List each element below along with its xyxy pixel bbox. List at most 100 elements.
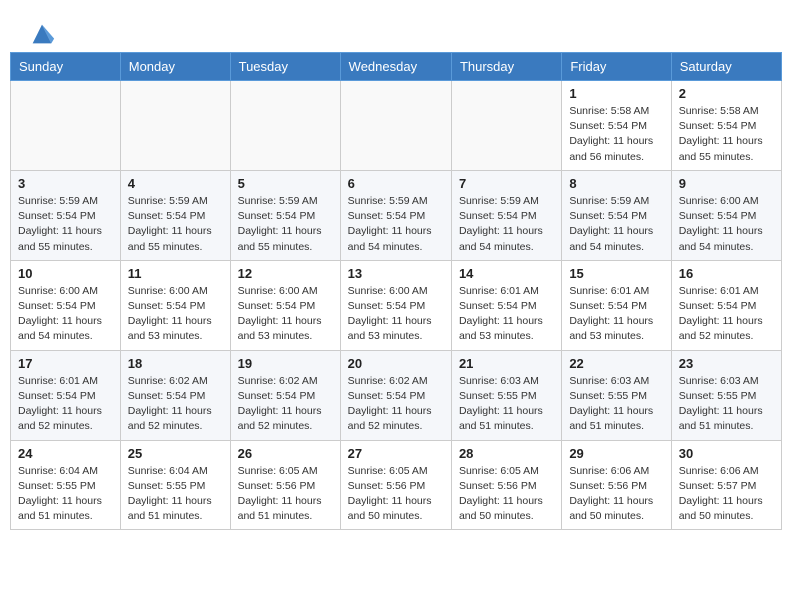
calendar-cell: 3 Sunrise: 5:59 AM Sunset: 5:54 PM Daylig…: [11, 170, 121, 260]
day-info: Sunrise: 6:02 AM Sunset: 5:54 PM Dayligh…: [128, 374, 223, 435]
day-info: Sunrise: 6:04 AM Sunset: 5:55 PM Dayligh…: [128, 464, 223, 525]
calendar-cell: 27Sunrise: 6:05 AM Sunset: 5:56 PM Dayli…: [340, 440, 451, 530]
day-number: 19: [238, 356, 333, 371]
day-number: 7: [459, 176, 554, 191]
day-number: 29: [569, 446, 663, 461]
day-number: 9: [679, 176, 774, 191]
weekday-header-friday: Friday: [562, 53, 671, 81]
day-info: Sunrise: 5:58 AM Sunset: 5:54 PM Dayligh…: [569, 104, 663, 165]
calendar-cell: 18 Sunrise: 6:02 AM Sunset: 5:54 PM Dayli…: [120, 350, 230, 440]
calendar-cell: 1 Sunrise: 5:58 AM Sunset: 5:54 PM Daylig…: [562, 81, 671, 171]
day-number: 21: [459, 356, 554, 371]
calendar-cell: 21 Sunrise: 6:03 AM Sunset: 5:55 PM Dayli…: [451, 350, 561, 440]
calendar-cell: 6 Sunrise: 5:59 AM Sunset: 5:54 PM Daylig…: [340, 170, 451, 260]
calendar-cell: 9 Sunrise: 6:00 AM Sunset: 5:54 PM Daylig…: [671, 170, 781, 260]
day-info: Sunrise: 6:06 AM Sunset: 5:56 PM Dayligh…: [569, 464, 663, 525]
calendar-cell: [340, 81, 451, 171]
day-info: Sunrise: 5:59 AM Sunset: 5:54 PM Dayligh…: [128, 194, 223, 255]
day-info: Sunrise: 6:03 AM Sunset: 5:55 PM Dayligh…: [569, 374, 663, 435]
day-info: Sunrise: 6:05 AM Sunset: 5:56 PM Dayligh…: [238, 464, 333, 525]
day-info: Sunrise: 6:00 AM Sunset: 5:54 PM Dayligh…: [679, 194, 774, 255]
calendar-cell: 23 Sunrise: 6:03 AM Sunset: 5:55 PM Dayli…: [671, 350, 781, 440]
day-number: 2: [679, 86, 774, 101]
day-info: Sunrise: 6:02 AM Sunset: 5:54 PM Dayligh…: [238, 374, 333, 435]
day-info: Sunrise: 6:03 AM Sunset: 5:55 PM Dayligh…: [679, 374, 774, 435]
calendar-week-row: 24 Sunrise: 6:04 AM Sunset: 5:55 PM Dayli…: [11, 440, 782, 530]
day-number: 11: [128, 266, 223, 281]
day-info: Sunrise: 5:59 AM Sunset: 5:54 PM Dayligh…: [569, 194, 663, 255]
day-info: Sunrise: 6:00 AM Sunset: 5:54 PM Dayligh…: [128, 284, 223, 345]
day-info: Sunrise: 6:03 AM Sunset: 5:55 PM Dayligh…: [459, 374, 554, 435]
day-info: Sunrise: 6:00 AM Sunset: 5:54 PM Dayligh…: [348, 284, 444, 345]
day-number: 24: [18, 446, 113, 461]
weekday-header-wednesday: Wednesday: [340, 53, 451, 81]
calendar-cell: 11 Sunrise: 6:00 AM Sunset: 5:54 PM Dayli…: [120, 260, 230, 350]
day-number: 18: [128, 356, 223, 371]
calendar-week-row: 3 Sunrise: 5:59 AM Sunset: 5:54 PM Daylig…: [11, 170, 782, 260]
calendar-cell: 2 Sunrise: 5:58 AM Sunset: 5:54 PM Daylig…: [671, 81, 781, 171]
day-info: Sunrise: 6:00 AM Sunset: 5:54 PM Dayligh…: [238, 284, 333, 345]
calendar-cell: [120, 81, 230, 171]
day-info: Sunrise: 5:59 AM Sunset: 5:54 PM Dayligh…: [18, 194, 113, 255]
calendar-cell: 14 Sunrise: 6:01 AM Sunset: 5:54 PM Dayli…: [451, 260, 561, 350]
calendar-cell: 24 Sunrise: 6:04 AM Sunset: 5:55 PM Dayli…: [11, 440, 121, 530]
day-info: Sunrise: 6:01 AM Sunset: 5:54 PM Dayligh…: [18, 374, 113, 435]
calendar-cell: 20 Sunrise: 6:02 AM Sunset: 5:54 PM Dayli…: [340, 350, 451, 440]
weekday-header-monday: Monday: [120, 53, 230, 81]
day-number: 1: [569, 86, 663, 101]
calendar-cell: [230, 81, 340, 171]
weekday-header-sunday: Sunday: [11, 53, 121, 81]
day-info: Sunrise: 6:04 AM Sunset: 5:55 PM Dayligh…: [18, 464, 113, 525]
day-number: 3: [18, 176, 113, 191]
calendar-cell: 10 Sunrise: 6:00 AM Sunset: 5:54 PM Dayli…: [11, 260, 121, 350]
day-number: 20: [348, 356, 444, 371]
weekday-header-row: SundayMondayTuesdayWednesdayThursdayFrid…: [11, 53, 782, 81]
day-info: Sunrise: 6:05 AM Sunset: 5:56 PM Dayligh…: [348, 464, 444, 525]
calendar-cell: 15 Sunrise: 6:01 AM Sunset: 5:54 PM Dayli…: [562, 260, 671, 350]
calendar-cell: 16 Sunrise: 6:01 AM Sunset: 5:54 PM Dayli…: [671, 260, 781, 350]
day-number: 30: [679, 446, 774, 461]
calendar-cell: [451, 81, 561, 171]
day-info: Sunrise: 5:59 AM Sunset: 5:54 PM Dayligh…: [238, 194, 333, 255]
day-number: 10: [18, 266, 113, 281]
page-header: [10, 10, 782, 47]
day-number: 5: [238, 176, 333, 191]
calendar-cell: 7 Sunrise: 5:59 AM Sunset: 5:54 PM Daylig…: [451, 170, 561, 260]
day-number: 15: [569, 266, 663, 281]
day-info: Sunrise: 6:01 AM Sunset: 5:54 PM Dayligh…: [679, 284, 774, 345]
day-info: Sunrise: 6:01 AM Sunset: 5:54 PM Dayligh…: [569, 284, 663, 345]
day-number: 6: [348, 176, 444, 191]
logo-icon: [28, 20, 56, 48]
day-info: Sunrise: 5:59 AM Sunset: 5:54 PM Dayligh…: [348, 194, 444, 255]
day-number: 4: [128, 176, 223, 191]
day-number: 22: [569, 356, 663, 371]
day-info: Sunrise: 6:05 AM Sunset: 5:56 PM Dayligh…: [459, 464, 554, 525]
day-info: Sunrise: 5:59 AM Sunset: 5:54 PM Dayligh…: [459, 194, 554, 255]
logo: [25, 20, 56, 42]
calendar-cell: 28Sunrise: 6:05 AM Sunset: 5:56 PM Dayli…: [451, 440, 561, 530]
calendar-cell: 19 Sunrise: 6:02 AM Sunset: 5:54 PM Dayli…: [230, 350, 340, 440]
day-number: 23: [679, 356, 774, 371]
calendar-cell: 30Sunrise: 6:06 AM Sunset: 5:57 PM Dayli…: [671, 440, 781, 530]
day-number: 8: [569, 176, 663, 191]
calendar-week-row: 10 Sunrise: 6:00 AM Sunset: 5:54 PM Dayli…: [11, 260, 782, 350]
day-number: 14: [459, 266, 554, 281]
calendar-table: SundayMondayTuesdayWednesdayThursdayFrid…: [10, 52, 782, 530]
calendar-cell: 5 Sunrise: 5:59 AM Sunset: 5:54 PM Daylig…: [230, 170, 340, 260]
calendar-week-row: 17Sunrise: 6:01 AM Sunset: 5:54 PM Dayli…: [11, 350, 782, 440]
day-info: Sunrise: 6:01 AM Sunset: 5:54 PM Dayligh…: [459, 284, 554, 345]
calendar-week-row: 1 Sunrise: 5:58 AM Sunset: 5:54 PM Daylig…: [11, 81, 782, 171]
day-info: Sunrise: 6:00 AM Sunset: 5:54 PM Dayligh…: [18, 284, 113, 345]
calendar-cell: 8 Sunrise: 5:59 AM Sunset: 5:54 PM Daylig…: [562, 170, 671, 260]
weekday-header-thursday: Thursday: [451, 53, 561, 81]
day-info: Sunrise: 5:58 AM Sunset: 5:54 PM Dayligh…: [679, 104, 774, 165]
weekday-header-tuesday: Tuesday: [230, 53, 340, 81]
calendar-cell: [11, 81, 121, 171]
day-number: 26: [238, 446, 333, 461]
calendar-cell: 17Sunrise: 6:01 AM Sunset: 5:54 PM Dayli…: [11, 350, 121, 440]
day-number: 16: [679, 266, 774, 281]
calendar-cell: 12 Sunrise: 6:00 AM Sunset: 5:54 PM Dayli…: [230, 260, 340, 350]
day-info: Sunrise: 6:02 AM Sunset: 5:54 PM Dayligh…: [348, 374, 444, 435]
day-number: 12: [238, 266, 333, 281]
weekday-header-saturday: Saturday: [671, 53, 781, 81]
